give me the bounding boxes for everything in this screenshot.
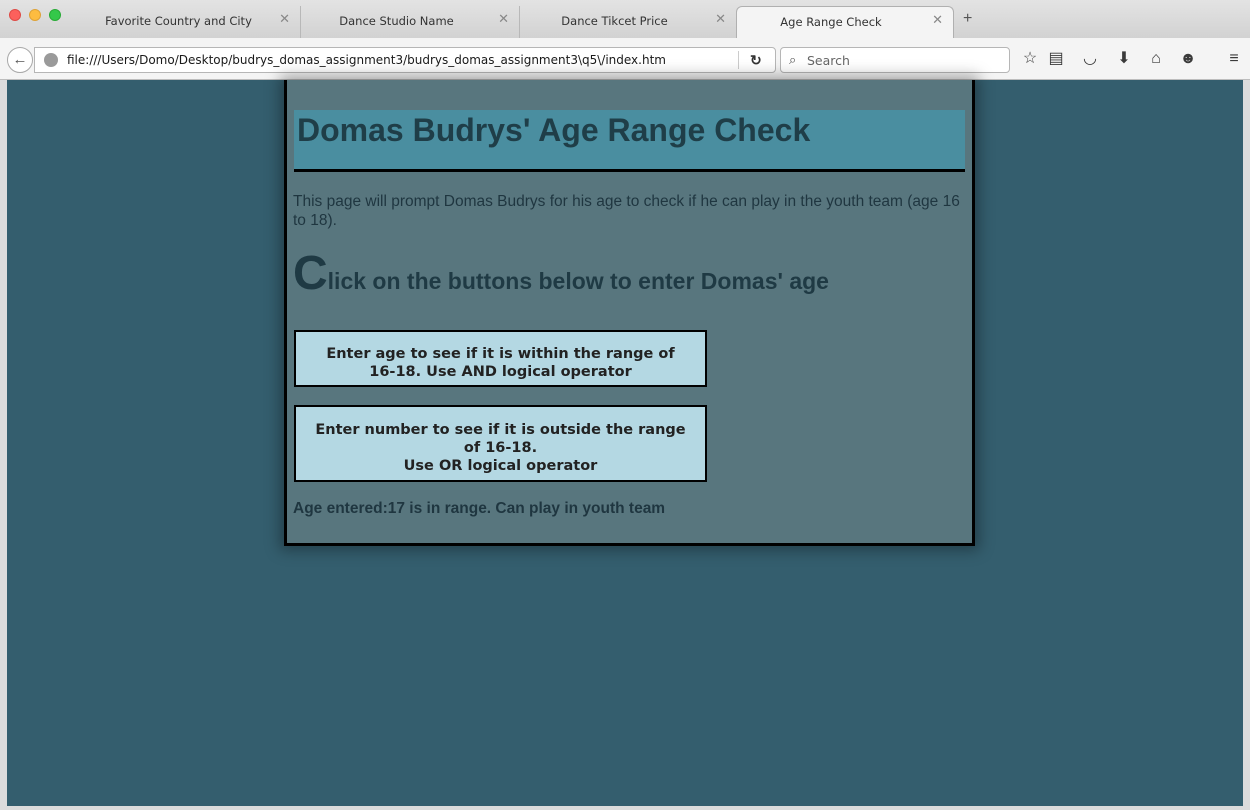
- content-container: Domas Budrys' Age Range Check This page …: [284, 80, 975, 546]
- hamburger-menu-icon[interactable]: ≡: [1224, 50, 1244, 68]
- tab-close-icon[interactable]: ✕: [932, 13, 943, 29]
- chat-icon[interactable]: ☻: [1178, 50, 1198, 68]
- tab-favorite-country[interactable]: Favorite Country and City ✕: [85, 6, 301, 38]
- header-band: Domas Budrys' Age Range Check: [294, 110, 965, 172]
- tab-close-icon[interactable]: ✕: [715, 12, 726, 28]
- navigation-bar: ← file:///Users/Domo/Desktop/budrys_doma…: [0, 38, 1250, 80]
- url-divider: [738, 51, 739, 69]
- page-viewport: Domas Budrys' Age Range Check This page …: [0, 80, 1250, 810]
- tab-label: Dance Tikcet Price: [561, 14, 668, 28]
- heading-text: lick on the buttons below to enter Domas…: [327, 268, 829, 294]
- window-bottom-edge: [0, 806, 1250, 810]
- url-bar[interactable]: file:///Users/Domo/Desktop/budrys_domas_…: [34, 47, 776, 73]
- tab-dance-studio[interactable]: Dance Studio Name ✕: [302, 6, 520, 38]
- tab-close-icon[interactable]: ✕: [279, 12, 290, 28]
- tab-label: Age Range Check: [780, 15, 882, 29]
- result-text: Age entered:17 is in range. Can play in …: [293, 500, 666, 517]
- reading-list-icon[interactable]: ▤: [1046, 50, 1066, 68]
- window-right-edge: [1243, 80, 1250, 810]
- search-input[interactable]: [807, 52, 1002, 69]
- tab-label: Favorite Country and City: [105, 14, 252, 28]
- bookmark-star-icon[interactable]: ☆: [1020, 50, 1040, 68]
- search-bar[interactable]: ⌕: [780, 47, 1010, 73]
- globe-icon: [44, 53, 58, 67]
- heading-drop-cap: C: [293, 247, 328, 300]
- check-out-of-range-button[interactable]: Enter number to see if it is outside the…: [294, 405, 707, 482]
- zoom-window-icon[interactable]: [49, 9, 61, 21]
- tab-dance-ticket-price[interactable]: Dance Tikcet Price ✕: [521, 6, 736, 38]
- page-title: Domas Budrys' Age Range Check: [297, 112, 811, 148]
- close-window-icon[interactable]: [9, 9, 21, 21]
- tab-close-icon[interactable]: ✕: [498, 12, 509, 28]
- search-icon: ⌕: [789, 52, 797, 67]
- intro-text: This page will prompt Domas Budrys for h…: [293, 193, 960, 229]
- pocket-icon[interactable]: ◡: [1080, 50, 1100, 68]
- tab-age-range-check[interactable]: Age Range Check ✕: [736, 6, 954, 38]
- check-in-range-button[interactable]: Enter age to see if it is within the ran…: [294, 330, 707, 387]
- minimize-window-icon[interactable]: [29, 9, 41, 21]
- home-icon[interactable]: ⌂: [1146, 50, 1166, 68]
- new-tab-button[interactable]: +: [963, 11, 972, 27]
- download-icon[interactable]: ⬇: [1114, 50, 1134, 68]
- tab-label: Dance Studio Name: [339, 14, 454, 28]
- window-left-edge: [0, 80, 7, 810]
- tab-strip: Favorite Country and City ✕ Dance Studio…: [0, 0, 1250, 38]
- instructions-heading: Click on the buttons below to enter Doma…: [293, 250, 829, 298]
- url-text[interactable]: file:///Users/Domo/Desktop/budrys_domas_…: [67, 53, 666, 67]
- reload-icon[interactable]: ↻: [750, 52, 762, 69]
- back-arrow-icon[interactable]: ←: [7, 47, 33, 73]
